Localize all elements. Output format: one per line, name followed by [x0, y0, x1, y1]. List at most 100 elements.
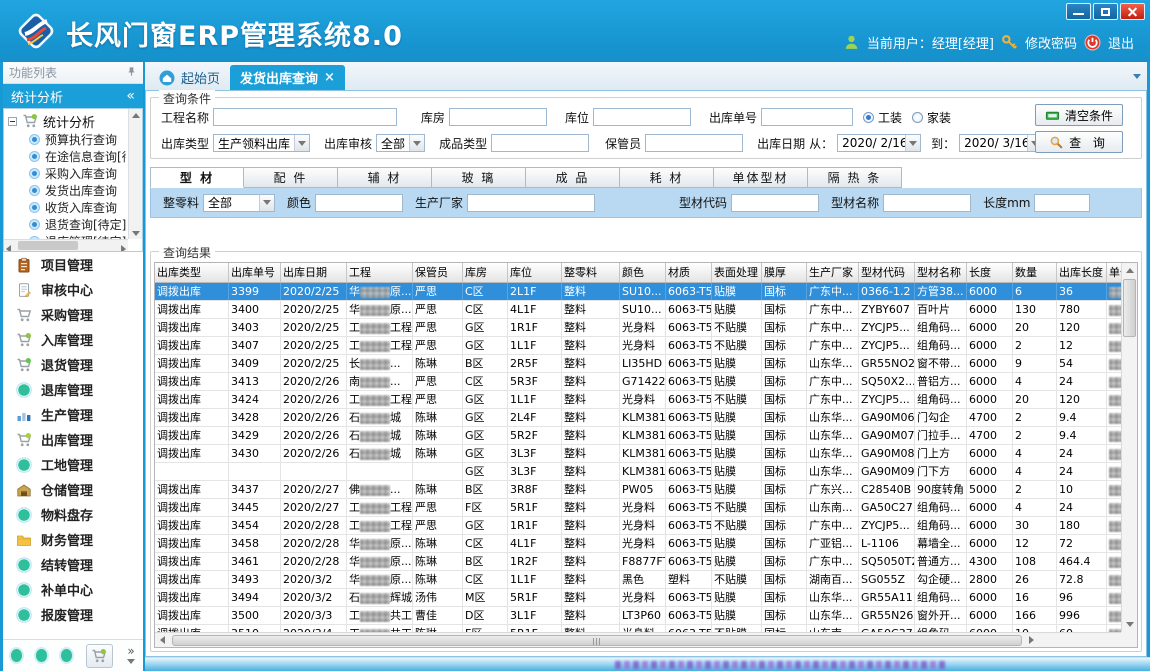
whole-part-dropdown[interactable]: 全部	[203, 194, 275, 212]
table-row[interactable]: 调拨出库34612020/2/28华原...陈琳B区1R2F整料F8877FT6…	[155, 553, 1121, 571]
material-tab[interactable]: 单体型材	[714, 167, 808, 188]
tab-list-dropdown-icon[interactable]	[1133, 68, 1141, 82]
column-header[interactable]: 颜色	[620, 263, 666, 282]
column-header[interactable]: 材质	[666, 263, 712, 282]
module-circle-icon[interactable]	[36, 649, 47, 662]
tree-item[interactable]: 在途信息查询[待	[8, 148, 126, 165]
scroll-down-icon[interactable]	[129, 227, 142, 239]
column-header[interactable]: 数量	[1013, 263, 1057, 282]
table-row[interactable]: 调拨出库35102020/3/4工共工程陈琳F区5R1F整料光身料6063-T5…	[155, 625, 1121, 632]
module-circle-icon[interactable]	[11, 649, 22, 662]
profile-code-input[interactable]	[731, 194, 819, 212]
sidebar-menu-item[interactable]: 审核中心	[3, 277, 143, 302]
table-row[interactable]: 调拨出库34072020/2/25工工程严思G区1L1F整料光身料6063-T5…	[155, 337, 1121, 355]
radio-home[interactable]: 家装	[912, 109, 951, 126]
sidebar-menu-item[interactable]: 项目管理	[3, 252, 143, 277]
sidebar-menu-item[interactable]: 工地管理	[3, 452, 143, 477]
table-row[interactable]: 调拨出库34242020/2/26工工程严思G区1L1F整料光身料6063-T5…	[155, 391, 1121, 409]
table-row[interactable]: 调拨出库35002020/3/3工共工程曹佳D区3L1F整料LT3P606063…	[155, 607, 1121, 625]
column-header[interactable]: 工程	[347, 263, 413, 282]
module-circle-icon[interactable]	[61, 649, 72, 662]
column-header[interactable]: 生产厂家	[807, 263, 859, 282]
warehouse-input[interactable]	[449, 108, 547, 126]
pin-icon[interactable]	[126, 66, 137, 80]
sidebar-menu-item[interactable]: 补单中心	[3, 577, 143, 602]
tree-horizontal-scrollbar[interactable]	[4, 239, 128, 251]
table-row[interactable]: 调拨出库34132020/2/26南...严思C区5R3F整料G71422606…	[155, 373, 1121, 391]
tree-item[interactable]: 收货入库查询	[8, 199, 126, 216]
tab-close-icon[interactable]: ×	[324, 70, 335, 85]
table-row[interactable]: G区3L3F整料KLM38176063-T5贴膜国标山东华...GA90M09.…	[155, 463, 1121, 481]
date-from-picker[interactable]: 2020/ 2/16	[837, 134, 921, 152]
table-row[interactable]: 调拨出库34002020/2/25华原...严思C区4L1F整料SU10...6…	[155, 301, 1121, 319]
close-button[interactable]	[1120, 3, 1145, 20]
column-header[interactable]: 出库单号	[229, 263, 281, 282]
scroll-right-icon[interactable]	[121, 242, 126, 252]
tab-shipping-outbound-query[interactable]: 发货出库查询 ×	[230, 65, 345, 90]
product-type-input[interactable]	[491, 134, 589, 152]
table-row[interactable]: 调拨出库34452020/2/27工工程严思F区5R1F整料光身料6063-T5…	[155, 499, 1121, 517]
logout-button[interactable]: 退出	[1108, 33, 1134, 52]
material-tab[interactable]: 隔 热 条	[808, 167, 902, 188]
tree-item[interactable]: 发货出库查询	[8, 182, 126, 199]
tree-vertical-scrollbar[interactable]	[128, 109, 142, 239]
column-header[interactable]: 型材代码	[859, 263, 915, 282]
sidebar-menu-item[interactable]: 结转管理	[3, 552, 143, 577]
column-header[interactable]: 整零料	[562, 263, 620, 282]
manufacturer-input[interactable]	[467, 194, 595, 212]
scroll-down-icon[interactable]	[1122, 617, 1137, 632]
location-input[interactable]	[593, 108, 691, 126]
audit-dropdown[interactable]: 全部	[376, 134, 425, 152]
sidebar-menu-item[interactable]: 报废管理	[3, 602, 143, 627]
search-button[interactable]: 查 询	[1035, 131, 1123, 153]
out-type-dropdown[interactable]: 生产领料出库	[213, 134, 310, 152]
column-header[interactable]: 膜厚	[762, 263, 807, 282]
cart-module-button[interactable]	[86, 644, 113, 668]
sidebar-menu-item[interactable]: 财务管理	[3, 527, 143, 552]
column-header[interactable]: 库位	[508, 263, 562, 282]
maximize-button[interactable]	[1093, 3, 1118, 20]
tree-item[interactable]: 退货查询[待定]	[8, 216, 126, 233]
grid-horizontal-scrollbar[interactable]	[155, 632, 1121, 647]
sidebar-menu-item[interactable]: 退库管理	[3, 377, 143, 402]
sidebar-menu-item[interactable]: 仓储管理	[3, 477, 143, 502]
tab-start-page[interactable]: 起始页	[149, 65, 230, 90]
project-name-input[interactable]	[213, 108, 397, 126]
sidebar-menu-item[interactable]: 物料盘存	[3, 502, 143, 527]
collapse-icon[interactable]: «	[126, 88, 135, 104]
sidebar-menu-item[interactable]: 退货管理	[3, 352, 143, 377]
radio-industrial[interactable]: 工装	[863, 109, 902, 126]
material-tab[interactable]: 耗 材	[620, 167, 714, 188]
sidebar-group-header[interactable]: 统计分析 «	[3, 84, 143, 108]
column-header[interactable]: 表面处理	[712, 263, 762, 282]
sidebar-menu-item[interactable]: 采购管理	[3, 302, 143, 327]
tree-item[interactable]: 采购入库查询	[8, 165, 126, 182]
material-tab[interactable]: 配 件	[244, 167, 338, 188]
table-row[interactable]: 调拨出库34542020/2/28工工程严思G区1R1F整料光身料6063-T5…	[155, 517, 1121, 535]
column-header[interactable]: 型材名称	[915, 263, 967, 282]
column-header[interactable]: 出库日期	[281, 263, 347, 282]
length-input[interactable]	[1034, 194, 1090, 212]
sidebar-menu-item[interactable]: 出库管理	[3, 427, 143, 452]
table-row[interactable]: 调拨出库34942020/3/2石辉城汤伟M区5R1F整料光身料6063-T5贴…	[155, 589, 1121, 607]
date-to-picker[interactable]: 2020/ 3/16	[959, 134, 1043, 152]
column-header[interactable]: 出库类型	[155, 263, 229, 282]
scrollbar-thumb[interactable]	[1123, 279, 1136, 337]
material-tab[interactable]: 玻 璃	[432, 167, 526, 188]
scroll-left-icon[interactable]	[155, 633, 170, 648]
column-header[interactable]: 保管员	[413, 263, 463, 282]
profile-name-input[interactable]	[883, 194, 971, 212]
tree-item[interactable]: 预算执行查询	[8, 131, 126, 148]
column-header[interactable]: 长度	[967, 263, 1013, 282]
table-row[interactable]: 调拨出库34582020/2/28华原...陈琳C区4L1F整料光身料6063-…	[155, 535, 1121, 553]
table-row[interactable]: 调拨出库34292020/2/26石城陈琳G区5R2F整料KLM38176063…	[155, 427, 1121, 445]
color-input[interactable]	[315, 194, 403, 212]
scroll-right-icon[interactable]	[1024, 633, 1039, 648]
change-password-button[interactable]: 修改密码	[1025, 33, 1077, 52]
table-row[interactable]: 调拨出库34932020/3/2华原...陈琳C区1L1F整料黑色塑料不贴膜国标…	[155, 571, 1121, 589]
material-tab[interactable]: 型 材	[150, 167, 244, 188]
column-header[interactable]: 出库长度	[1057, 263, 1107, 282]
tree-root-statistics[interactable]: 统计分析	[8, 111, 126, 131]
scrollbar-thumb[interactable]	[172, 635, 1022, 646]
table-row[interactable]: 调拨出库34372020/2/27佛...陈琳B区3R8F整料PW056063-…	[155, 481, 1121, 499]
